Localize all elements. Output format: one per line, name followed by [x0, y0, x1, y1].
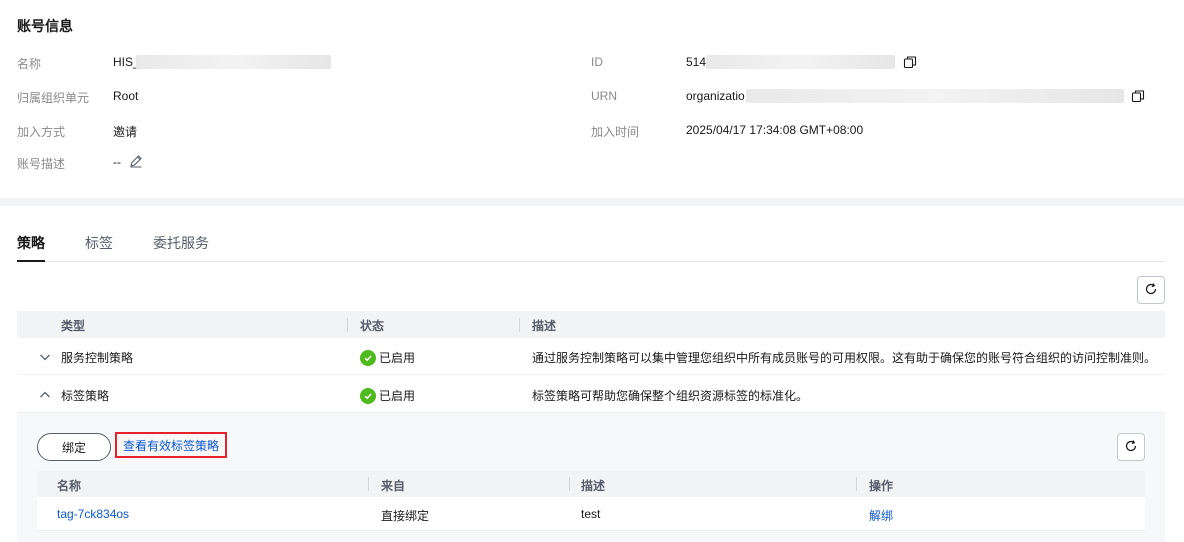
- refresh-icon: [1124, 439, 1138, 456]
- column-header-type: 类型: [61, 319, 86, 333]
- refresh-button[interactable]: [1137, 276, 1165, 304]
- policy-description: 通过服务控制策略可以集中管理您组织中所有成员账号的可用权限。这有助于确保您的账号…: [532, 351, 1157, 365]
- account-desc-value: --: [113, 155, 121, 169]
- bind-button[interactable]: 绑定: [37, 433, 111, 461]
- column-header-status: 状态: [360, 319, 385, 333]
- join-method-value: 邀请: [113, 125, 138, 139]
- org-unit-value: Root: [113, 89, 139, 103]
- check-circle-icon: [360, 387, 376, 404]
- column-separator: [519, 318, 520, 332]
- id-value: 514: [686, 55, 707, 69]
- urn-value: organizatio: [686, 89, 745, 103]
- policy-type: 服务控制策略: [61, 351, 134, 365]
- tab-bar: 策略 标签 委托服务: [17, 222, 1165, 262]
- join-time-value: 2025/04/17 17:34:08 GMT+08:00: [686, 123, 864, 137]
- status-badge: 已启用: [360, 349, 415, 366]
- edit-icon[interactable]: [129, 154, 143, 168]
- check-circle-icon: [360, 349, 376, 366]
- status-badge: 已启用: [360, 387, 415, 404]
- status-text: 已启用: [379, 389, 416, 403]
- org-unit-label: 归属组织单元: [17, 91, 90, 105]
- refresh-button[interactable]: [1117, 433, 1145, 461]
- column-header-name: 名称: [57, 479, 82, 493]
- section-divider: [0, 198, 1184, 206]
- detach-link[interactable]: 解绑: [869, 507, 893, 524]
- tab-delegated-services[interactable]: 委托服务: [153, 233, 209, 253]
- name-redacted: [136, 55, 331, 69]
- urn-redacted: [746, 89, 1124, 103]
- view-effective-tag-policy-link[interactable]: 查看有效标签策略: [115, 432, 228, 458]
- table-row: tag-7ck834os 直接绑定 test 解绑: [37, 497, 1145, 531]
- join-method-label: 加入方式: [17, 125, 66, 139]
- tab-policy[interactable]: 策略: [17, 233, 45, 253]
- policy-source: 直接绑定: [381, 509, 430, 523]
- active-tab-indicator: [17, 260, 45, 262]
- chevron-down-icon[interactable]: [39, 351, 51, 363]
- column-separator: [368, 477, 369, 491]
- join-time-label: 加入时间: [591, 125, 640, 139]
- column-header-description: 描述: [581, 479, 606, 493]
- column-header-actions: 操作: [869, 479, 894, 493]
- column-separator: [856, 477, 857, 491]
- account-desc-label: 账号描述: [17, 157, 66, 171]
- refresh-icon: [1144, 282, 1158, 299]
- policy-description: 标签策略可帮助您确保整个组织资源标签的标准化。: [532, 389, 809, 403]
- column-separator: [569, 477, 570, 491]
- chevron-up-icon[interactable]: [39, 389, 51, 401]
- id-redacted: [706, 55, 895, 69]
- status-text: 已启用: [379, 351, 416, 365]
- expanded-panel: 绑定 查看有效标签策略 名称 来自 描述 操作 tag-7ck834os 直接绑…: [17, 413, 1165, 542]
- policy-table-header: 类型 状态 描述: [17, 311, 1165, 338]
- urn-label: URN: [591, 89, 617, 103]
- policy-description: test: [581, 507, 601, 521]
- tab-tags[interactable]: 标签: [85, 233, 113, 253]
- policy-type: 标签策略: [61, 389, 110, 403]
- id-label: ID: [591, 55, 603, 69]
- name-label: 名称: [17, 57, 42, 71]
- copy-icon[interactable]: [903, 55, 917, 69]
- column-header-source: 来自: [381, 479, 406, 493]
- policy-name-link[interactable]: tag-7ck834os: [57, 507, 129, 521]
- account-info-title: 账号信息: [17, 18, 73, 34]
- table-row: 服务控制策略 已启用 通过服务控制策略可以集中管理您组织中所有成员账号的可用权限…: [17, 338, 1165, 375]
- column-separator: [347, 318, 348, 332]
- table-row: 标签策略 已启用 标签策略可帮助您确保整个组织资源标签的标准化。: [17, 376, 1165, 413]
- copy-icon[interactable]: [1131, 89, 1145, 103]
- column-header-description: 描述: [532, 319, 557, 333]
- attached-policy-header: 名称 来自 描述 操作: [37, 471, 1145, 497]
